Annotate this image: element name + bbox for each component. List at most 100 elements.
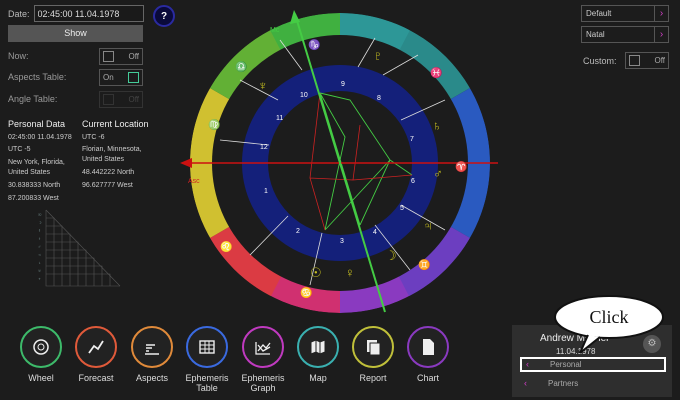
toggle-box — [103, 93, 114, 105]
now-toggle-state: Off — [128, 51, 139, 61]
svg-text:1: 1 — [264, 188, 268, 195]
svg-text:♄: ♄ — [38, 260, 41, 265]
custom-toggle-state: Off — [654, 56, 665, 65]
toolbar-label: Forecast — [78, 373, 114, 383]
custom-label: Custom: — [583, 55, 617, 66]
svg-text:3: 3 — [340, 238, 344, 245]
current-location: Current Location UTC -6 Florian, Minneso… — [82, 119, 154, 191]
help-button[interactable]: ? — [153, 5, 175, 27]
svg-text:12: 12 — [260, 144, 268, 151]
svg-text:♍: ♍ — [208, 118, 220, 131]
angle-table-toggle-state: Off — [128, 94, 139, 104]
toolbar-label: Ephemeris Table — [185, 373, 229, 393]
report-icon — [352, 326, 394, 368]
svg-text:7: 7 — [410, 136, 414, 143]
svg-text:♑: ♑ — [308, 38, 320, 51]
toolbar-label: Report — [359, 373, 387, 383]
aspects-table-toggle[interactable]: On — [99, 68, 143, 86]
svg-text:♄: ♄ — [432, 118, 442, 133]
ephemeris-graph-icon — [242, 326, 284, 368]
svg-text:♌: ♌ — [220, 240, 232, 253]
svg-text:♂: ♂ — [38, 244, 41, 249]
aspects-table-toggle-state: On — [103, 72, 114, 82]
svg-text:♀: ♀ — [345, 265, 355, 280]
chart-style-select[interactable]: Default › — [581, 5, 669, 22]
chart-icon — [407, 326, 449, 368]
angle-table-toggle[interactable]: Off — [99, 90, 143, 108]
show-button[interactable]: Show — [8, 25, 143, 42]
map-icon — [297, 326, 339, 368]
svg-text:9: 9 — [341, 81, 345, 88]
chart-type-select[interactable]: Natal › — [581, 26, 669, 43]
toolbar-report[interactable]: Report — [347, 326, 399, 383]
svg-text:☽: ☽ — [38, 220, 42, 225]
svg-text:☉: ☉ — [310, 265, 322, 280]
toolbar-ephemeris-graph[interactable]: Ephemeris Graph — [237, 326, 289, 393]
svg-text:11: 11 — [276, 115, 283, 122]
svg-text:♆: ♆ — [258, 78, 268, 93]
chevron-right-icon: › — [654, 6, 668, 21]
angle-table-option: Angle Table: Off — [8, 90, 143, 108]
toolbar-chart[interactable]: Chart — [402, 326, 454, 383]
profile-item-partners[interactable]: ‹ Partners — [520, 376, 666, 391]
svg-text:☉: ☉ — [38, 212, 42, 217]
toolbar-label: Aspects — [135, 373, 168, 383]
toolbar-forecast[interactable]: Forecast — [70, 326, 122, 383]
forecast-icon — [75, 326, 117, 368]
angle-table-label: Angle Table: — [8, 94, 58, 104]
current-utc: UTC -6 — [82, 134, 105, 141]
svg-text:♈: ♈ — [455, 160, 467, 173]
toolbar-label: Map — [309, 373, 327, 383]
svg-text:♓: ♓ — [430, 66, 442, 79]
toolbar-aspects[interactable]: Aspects — [126, 326, 178, 383]
toolbar-ephemeris-table[interactable]: Ephemeris Table — [181, 326, 233, 393]
custom-toggle[interactable]: Off — [625, 52, 669, 69]
profile-item-label: Partners — [548, 379, 579, 388]
aspects-table: ☉ ☽ ☿ ♀ ♂ ♃ ♄ ♅ ♆ — [38, 209, 121, 287]
asc-label: Asc — [188, 178, 200, 185]
toolbar-map[interactable]: Map — [292, 326, 344, 383]
svg-text:8: 8 — [377, 95, 381, 102]
date-label: Date: — [8, 8, 30, 19]
chevron-left-icon: ‹ — [526, 359, 529, 369]
svg-text:♊: ♊ — [418, 258, 430, 271]
svg-text:♆: ♆ — [38, 276, 41, 281]
personal-place: New York, Florida, United States — [8, 159, 65, 176]
aspects-table-option: Aspects Table: On — [8, 68, 143, 86]
personal-lat: 30.838333 North — [8, 182, 61, 189]
toggle-box — [629, 55, 640, 66]
svg-text:5: 5 — [400, 205, 404, 212]
svg-text:♅: ♅ — [38, 268, 41, 273]
svg-text:♂: ♂ — [433, 166, 443, 181]
wheel-icon — [20, 326, 62, 368]
aspects-table-label: Aspects Table: — [8, 72, 67, 82]
personal-data: Personal Data 02:45:00 11.04.1978 UTC -5… — [8, 119, 80, 204]
toolbar-wheel[interactable]: Wheel — [15, 326, 67, 383]
current-lon: 96.627777 West — [82, 182, 133, 189]
natal-wheel[interactable]: 123 456 789 101112 Mc Asc ♆♄♃ ☉ ♀☽ ♇♂ ♑♓♈… — [180, 0, 500, 320]
date-input[interactable] — [33, 5, 144, 22]
svg-text:10: 10 — [300, 92, 308, 99]
svg-text:♇: ♇ — [373, 48, 383, 63]
chevron-right-icon: › — [654, 27, 668, 42]
svg-text:2: 2 — [296, 228, 300, 235]
toolbar-label: Wheel — [28, 373, 54, 383]
svg-text:☿: ☿ — [38, 228, 41, 233]
svg-text:4: 4 — [373, 229, 377, 236]
click-callout: Click — [554, 295, 664, 354]
toolbar-label: Ephemeris Graph — [241, 373, 285, 393]
profile-item-personal[interactable]: ‹ Personal — [520, 357, 666, 372]
now-label: Now: — [8, 51, 29, 61]
personal-lon: 87.200833 West — [8, 195, 59, 202]
svg-text:♃: ♃ — [423, 218, 433, 233]
personal-data-title: Personal Data — [8, 119, 66, 129]
now-toggle[interactable]: Off — [99, 47, 143, 65]
current-lat: 48.442222 North — [82, 169, 135, 176]
svg-text:♃: ♃ — [38, 252, 41, 257]
chevron-left-icon: ‹ — [524, 378, 527, 388]
svg-text:♀: ♀ — [38, 236, 41, 241]
svg-text:☽: ☽ — [385, 248, 397, 263]
current-location-title: Current Location — [82, 119, 149, 129]
date-row: Date: — [8, 5, 144, 22]
toggle-box — [128, 71, 139, 83]
